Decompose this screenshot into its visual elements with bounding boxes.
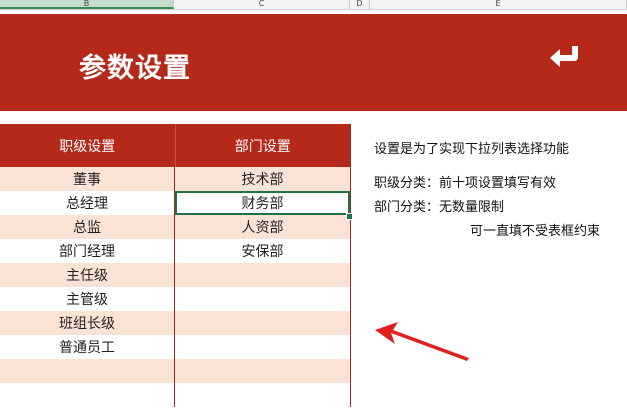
header-rank-settings: 职级设置 — [0, 124, 176, 167]
rank-cell[interactable]: 部门经理 — [0, 239, 175, 263]
note-no-limit: 可一直填不受表框约束 — [470, 224, 601, 239]
table-row — [0, 359, 350, 383]
table-row: 董事 技术部 — [0, 167, 350, 191]
note-purpose: 设置是为了实现下拉列表选择功能 — [374, 142, 570, 157]
table-row: 部门经理 安保部 — [0, 239, 350, 263]
dept-cell[interactable] — [175, 359, 350, 383]
return-arrow-icon[interactable] — [548, 44, 582, 70]
pointer-arrow-icon — [375, 322, 469, 361]
rank-cell[interactable] — [0, 383, 175, 407]
page-title: 参数设置 — [79, 53, 191, 84]
rank-cell[interactable]: 总监 — [0, 215, 175, 239]
column-header-bar: B C D E — [0, 0, 627, 10]
table-header-row: 职级设置 部门设置 — [0, 124, 350, 167]
dept-cell[interactable]: 技术部 — [175, 167, 350, 191]
dept-cell-selected[interactable]: 财务部 — [175, 191, 350, 215]
column-header-c[interactable]: C — [174, 0, 350, 9]
table-row: 普通员工 — [0, 335, 350, 359]
dept-cell[interactable]: 人资部 — [175, 215, 350, 239]
dept-cell[interactable] — [175, 311, 350, 335]
note-dept-rule: 部门分类：无数量限制 — [374, 200, 505, 215]
dept-cell[interactable] — [175, 383, 350, 407]
dept-cell[interactable]: 安保部 — [175, 239, 350, 263]
dept-cell[interactable] — [175, 263, 350, 287]
rank-cell[interactable]: 主管级 — [0, 287, 175, 311]
rank-cell[interactable]: 普通员工 — [0, 335, 175, 359]
rank-cell[interactable]: 主任级 — [0, 263, 175, 287]
table-row — [0, 383, 350, 407]
settings-table: 职级设置 部门设置 董事 技术部 总经理 财务部 总监 人资部 部门经理 安保部… — [0, 124, 351, 407]
table-row: 班组长级 — [0, 311, 350, 335]
table-row: 总监 人资部 — [0, 215, 350, 239]
rank-cell[interactable]: 总经理 — [0, 191, 175, 215]
fill-handle[interactable] — [346, 213, 353, 220]
header-dept-settings: 部门设置 — [234, 138, 291, 155]
rank-cell[interactable]: 班组长级 — [0, 311, 175, 335]
rank-cell[interactable]: 董事 — [0, 167, 175, 191]
column-header-b[interactable]: B — [0, 0, 174, 9]
table-row: 主管级 — [0, 287, 350, 311]
column-header-d[interactable]: D — [350, 0, 370, 9]
rank-cell[interactable] — [0, 359, 175, 383]
note-rank-rule: 职级分类：前十项设置填写有效 — [374, 176, 557, 191]
column-header-e[interactable]: E — [370, 0, 627, 9]
table-row: 主任级 — [0, 263, 350, 287]
dept-cell[interactable] — [175, 335, 350, 359]
table-row: 总经理 财务部 — [0, 191, 350, 215]
dept-cell[interactable] — [175, 287, 350, 311]
